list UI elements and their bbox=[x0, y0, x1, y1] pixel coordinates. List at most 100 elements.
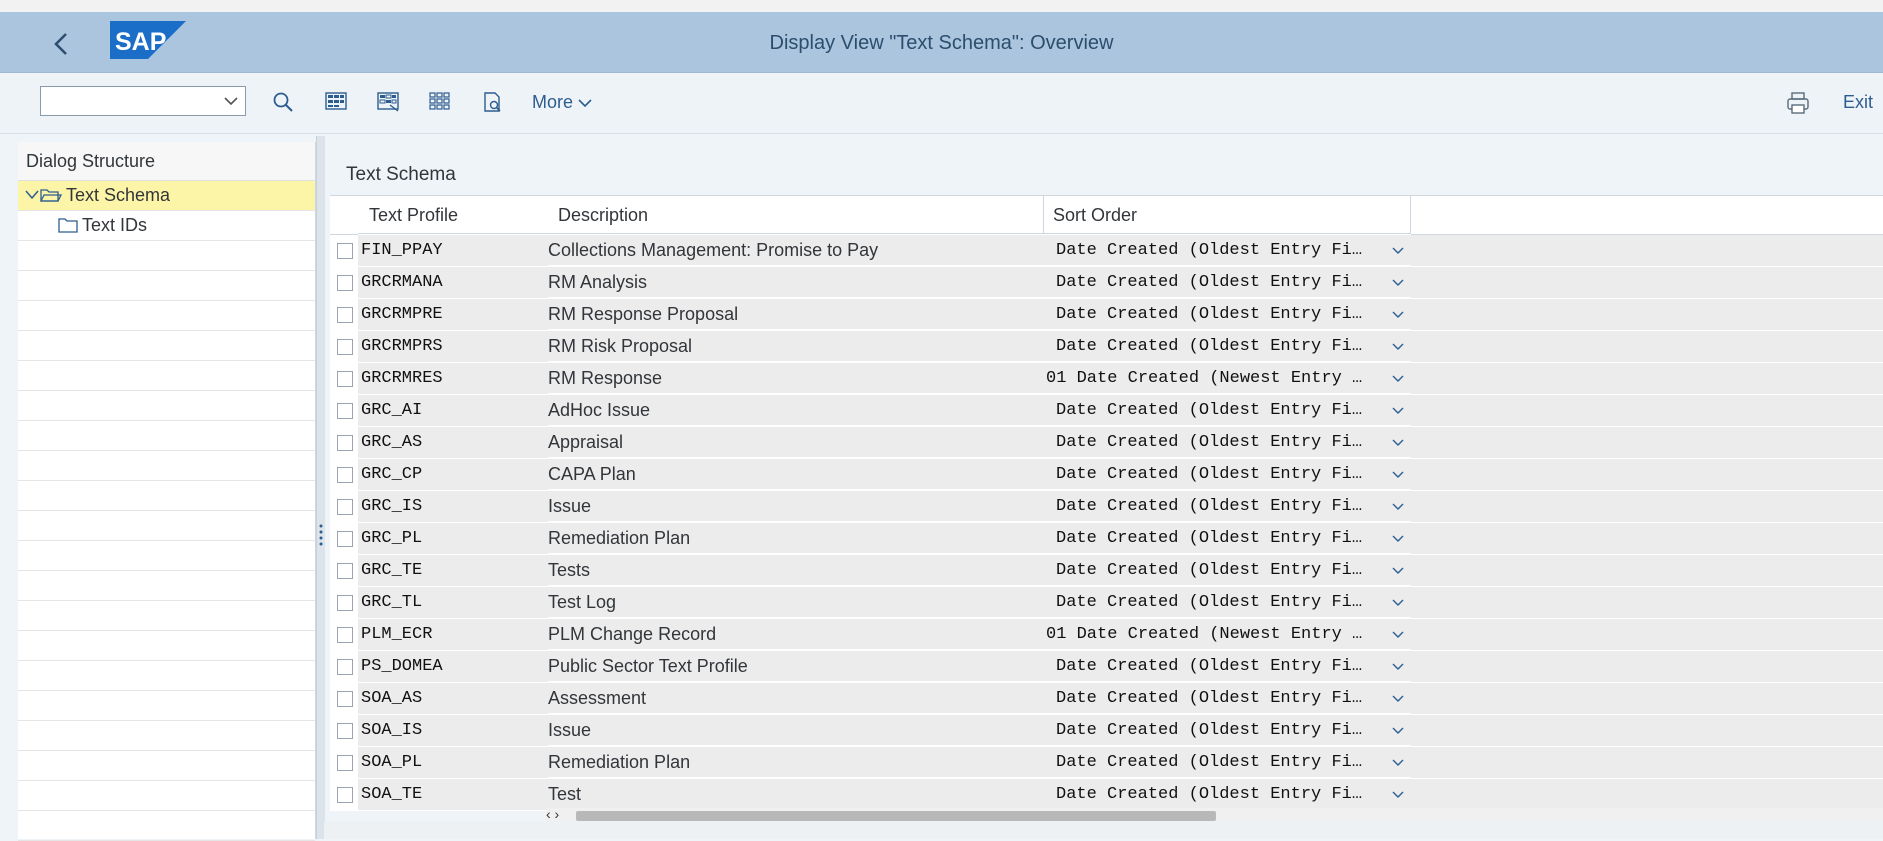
chevron-down-icon[interactable] bbox=[1391, 566, 1405, 576]
sort-order-dropdown[interactable]: Date Created (Oldest Entry Fi… bbox=[1044, 395, 1411, 426]
table-row[interactable]: GRC_AI AdHoc Issue Date Created (Oldest En… bbox=[330, 395, 1883, 427]
chevron-down-icon[interactable] bbox=[1391, 630, 1405, 640]
drag-handle-icon[interactable] bbox=[319, 523, 323, 547]
table-row[interactable]: GRC_AS Appraisal Date Created (Oldest Entr… bbox=[330, 427, 1883, 459]
table-row[interactable]: SOA_IS Issue Date Created (Oldest Entry Fi… bbox=[330, 715, 1883, 747]
table-row[interactable]: GRC_CP CAPA Plan Date Created (Oldest Entr… bbox=[330, 459, 1883, 491]
chevron-down-icon[interactable] bbox=[1391, 662, 1405, 672]
table-row[interactable]: GRCRMPRS RM Risk Proposal Date Created (Ol… bbox=[330, 331, 1883, 363]
row-checkbox[interactable] bbox=[337, 467, 353, 483]
chevron-down-icon[interactable] bbox=[1391, 438, 1405, 448]
more-menu-button[interactable]: More bbox=[532, 92, 593, 113]
table-row[interactable]: GRC_IS Issue Date Created (Oldest Entry Fi… bbox=[330, 491, 1883, 523]
sort-order-dropdown[interactable]: Date Created (Oldest Entry Fi… bbox=[1044, 299, 1411, 330]
sort-order-dropdown[interactable]: Date Created (Oldest Entry Fi… bbox=[1044, 427, 1411, 458]
chevron-down-icon[interactable] bbox=[1391, 758, 1405, 768]
text-profile-cell: GRCRMPRE bbox=[358, 299, 549, 331]
row-checkbox[interactable] bbox=[337, 755, 353, 771]
select-block-icon[interactable] bbox=[425, 87, 455, 117]
sort-order-dropdown[interactable]: Date Created (Oldest Entry Fi… bbox=[1044, 235, 1411, 266]
table-row[interactable]: PLM_ECR PLM Change Record 01 Date Created … bbox=[330, 619, 1883, 651]
chevron-down-icon[interactable] bbox=[1391, 694, 1405, 704]
sort-order-dropdown[interactable]: Date Created (Oldest Entry Fi… bbox=[1044, 523, 1411, 554]
sort-order-dropdown[interactable]: Date Created (Oldest Entry Fi… bbox=[1044, 459, 1411, 490]
column-header-description[interactable]: Description bbox=[548, 196, 1044, 234]
column-header-sort-order[interactable]: Sort Order bbox=[1044, 196, 1411, 234]
chevron-down-icon[interactable] bbox=[1391, 470, 1405, 480]
chevron-down-icon[interactable] bbox=[1391, 502, 1405, 512]
chevron-down-icon[interactable] bbox=[1391, 598, 1405, 608]
chevron-down-icon[interactable] bbox=[24, 188, 40, 202]
sort-order-value: Date Created (Oldest Entry Fi… bbox=[1056, 273, 1363, 292]
chevron-down-icon[interactable] bbox=[1391, 534, 1405, 544]
chevron-down-icon[interactable] bbox=[1391, 374, 1405, 384]
table-row[interactable]: SOA_TE Test Date Created (Oldest Entry Fi… bbox=[330, 779, 1883, 811]
chevron-down-icon[interactable] bbox=[1391, 278, 1405, 288]
row-checkbox[interactable] bbox=[337, 659, 353, 675]
scrollbar-thumb[interactable] bbox=[576, 811, 1216, 821]
sort-order-dropdown[interactable]: Date Created (Oldest Entry Fi… bbox=[1044, 555, 1411, 586]
chevron-down-icon[interactable] bbox=[1391, 406, 1405, 416]
text-profile-cell: GRC_PL bbox=[358, 523, 549, 555]
print-icon[interactable] bbox=[1784, 89, 1812, 117]
deselect-all-icon[interactable] bbox=[373, 87, 403, 117]
table-row[interactable]: GRCRMANA RM Analysis Date Created (Oldest … bbox=[330, 267, 1883, 299]
table-row[interactable]: PS_DOMEA Public Sector Text Profile Date C… bbox=[330, 651, 1883, 683]
exit-button[interactable]: Exit bbox=[1843, 92, 1873, 113]
table-row[interactable]: GRC_PL Remediation Plan Date Created (Olde… bbox=[330, 523, 1883, 555]
sort-order-dropdown[interactable]: Date Created (Oldest Entry Fi… bbox=[1044, 747, 1411, 778]
row-checkbox[interactable] bbox=[337, 691, 353, 707]
table-row[interactable]: GRC_TL Test Log Date Created (Oldest Entry… bbox=[330, 587, 1883, 619]
sort-order-dropdown[interactable]: 01 Date Created (Newest Entry … bbox=[1044, 363, 1411, 394]
horizontal-scrollbar[interactable]: ‹ › bbox=[546, 806, 1883, 822]
sort-order-dropdown[interactable]: Date Created (Oldest Entry Fi… bbox=[1044, 491, 1411, 522]
command-field[interactable] bbox=[40, 86, 246, 116]
sort-order-dropdown[interactable]: Date Created (Oldest Entry Fi… bbox=[1044, 683, 1411, 714]
tree-item-text-schema[interactable]: Text Schema bbox=[18, 181, 315, 211]
text-profile-cell: SOA_IS bbox=[358, 715, 549, 747]
chevron-down-icon[interactable] bbox=[1391, 310, 1405, 320]
sort-order-dropdown[interactable]: Date Created (Oldest Entry Fi… bbox=[1044, 587, 1411, 618]
sort-order-dropdown[interactable]: 01 Date Created (Newest Entry … bbox=[1044, 619, 1411, 650]
select-all-icon[interactable] bbox=[321, 87, 351, 117]
table-row[interactable]: SOA_AS Assessment Date Created (Oldest Ent… bbox=[330, 683, 1883, 715]
column-header-text-profile[interactable]: Text Profile bbox=[358, 196, 568, 234]
chevron-down-icon[interactable] bbox=[1391, 790, 1405, 800]
print-preview-icon[interactable] bbox=[477, 87, 507, 117]
chevron-down-icon[interactable] bbox=[223, 95, 239, 107]
row-checkbox[interactable] bbox=[337, 723, 353, 739]
row-checkbox[interactable] bbox=[337, 499, 353, 515]
sort-order-value: Date Created (Oldest Entry Fi… bbox=[1056, 785, 1363, 804]
table-row[interactable]: GRC_TE Tests Date Created (Oldest Entry Fi… bbox=[330, 555, 1883, 587]
table-row[interactable]: GRCRMRES RM Response 01 Date Created (Newe… bbox=[330, 363, 1883, 395]
sort-order-dropdown[interactable]: Date Created (Oldest Entry Fi… bbox=[1044, 651, 1411, 682]
table-row[interactable]: FIN_PPAY Collections Management: Promise … bbox=[330, 235, 1883, 267]
text-profile-cell: PS_DOMEA bbox=[358, 651, 549, 683]
text-profile-cell: SOA_TE bbox=[358, 779, 549, 811]
row-checkbox[interactable] bbox=[337, 339, 353, 355]
row-checkbox[interactable] bbox=[337, 787, 353, 803]
row-checkbox[interactable] bbox=[337, 627, 353, 643]
chevron-down-icon[interactable] bbox=[1391, 726, 1405, 736]
row-checkbox[interactable] bbox=[337, 243, 353, 259]
search-icon[interactable] bbox=[268, 87, 298, 117]
sort-order-dropdown[interactable]: Date Created (Oldest Entry Fi… bbox=[1044, 715, 1411, 746]
row-checkbox[interactable] bbox=[337, 563, 353, 579]
sort-order-dropdown[interactable]: Date Created (Oldest Entry Fi… bbox=[1044, 267, 1411, 298]
sort-order-dropdown[interactable]: Date Created (Oldest Entry Fi… bbox=[1044, 779, 1411, 810]
row-checkbox[interactable] bbox=[337, 531, 353, 547]
table-row[interactable]: GRCRMPRE RM Response Proposal Date Created… bbox=[330, 299, 1883, 331]
sort-order-dropdown[interactable]: Date Created (Oldest Entry Fi… bbox=[1044, 331, 1411, 362]
row-checkbox[interactable] bbox=[337, 307, 353, 323]
row-checkbox[interactable] bbox=[337, 275, 353, 291]
row-selector-header[interactable] bbox=[330, 196, 358, 235]
scroll-arrows-icon[interactable]: ‹ › bbox=[546, 806, 559, 822]
row-checkbox[interactable] bbox=[337, 371, 353, 387]
row-checkbox[interactable] bbox=[337, 403, 353, 419]
table-row[interactable]: SOA_PL Remediation Plan Date Created (Olde… bbox=[330, 747, 1883, 779]
chevron-down-icon[interactable] bbox=[1391, 342, 1405, 352]
tree-item-text-ids[interactable]: Text IDs bbox=[18, 211, 315, 241]
row-checkbox[interactable] bbox=[337, 435, 353, 451]
row-checkbox[interactable] bbox=[337, 595, 353, 611]
chevron-down-icon[interactable] bbox=[1391, 246, 1405, 256]
